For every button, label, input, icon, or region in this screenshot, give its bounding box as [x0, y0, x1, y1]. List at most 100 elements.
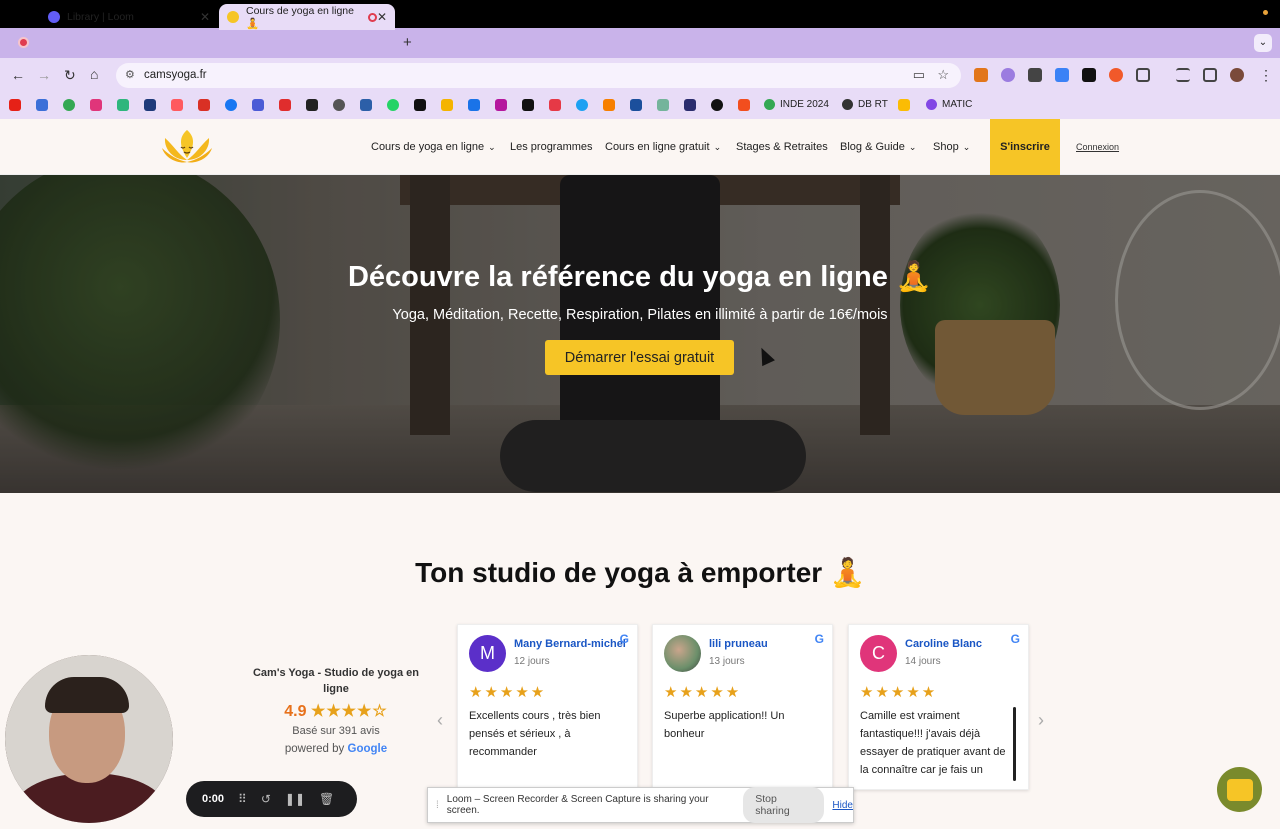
bookmark-icon[interactable]: [657, 99, 669, 111]
tab-title: Cours de yoga en ligne 🧘: [246, 4, 354, 30]
airbnb-bookmark-icon[interactable]: [171, 99, 183, 111]
bookmark-icon[interactable]: [117, 99, 129, 111]
bookmark-dbrt[interactable]: DB RT: [842, 99, 888, 110]
reviewer-name[interactable]: lili pruneau: [709, 638, 768, 650]
start-free-trial-button[interactable]: Démarrer l'essai gratuit: [545, 340, 734, 375]
restart-icon[interactable]: ↺: [261, 792, 271, 806]
close-tab-icon[interactable]: ✕: [377, 10, 387, 24]
profile-avatar[interactable]: [1230, 68, 1244, 82]
bookmark-icon[interactable]: [441, 99, 453, 111]
forward-icon[interactable]: →: [37, 67, 51, 83]
drag-grid-icon[interactable]: ⠿: [238, 792, 247, 806]
camera-icon[interactable]: ▭: [913, 67, 925, 83]
youtube-bookmark-icon[interactable]: [9, 99, 21, 111]
maps-bookmark-icon[interactable]: [63, 99, 75, 111]
review-date: 12 jours: [514, 656, 550, 667]
review-stars-icon: ★★★★★: [664, 684, 742, 701]
metamask-extension-icon[interactable]: [974, 68, 988, 82]
nav-stages-retraites[interactable]: Stages & Retraites: [736, 141, 828, 153]
bookmark-icon[interactable]: [468, 99, 480, 111]
pause-icon[interactable]: ❚❚: [285, 792, 305, 806]
reviewer-name[interactable]: Caroline Blanc: [905, 638, 982, 650]
extension-icon[interactable]: [1001, 68, 1015, 82]
nav-programmes[interactable]: Les programmes: [510, 141, 593, 153]
login-link[interactable]: Connexion: [1076, 142, 1119, 152]
k-extension-icon[interactable]: [1055, 68, 1069, 82]
chat-widget-button[interactable]: [1217, 767, 1262, 812]
hide-link[interactable]: Hide: [832, 800, 853, 811]
bookmark-icon[interactable]: [684, 99, 696, 111]
bookmark-matic[interactable]: MATIC: [926, 99, 972, 110]
bookmarks-bar: INDE 2024 DB RT MATIC: [0, 93, 1280, 119]
avatar: [664, 635, 701, 672]
bookmark-icon[interactable]: [522, 99, 534, 111]
review-scrollbar[interactable]: [1013, 707, 1016, 781]
drive-bookmark-icon[interactable]: [898, 99, 910, 111]
facebook-bookmark-icon[interactable]: [225, 99, 237, 111]
back-icon[interactable]: ←: [11, 67, 25, 83]
drag-handle-icon[interactable]: ⁞: [436, 800, 439, 811]
new-tab-icon[interactable]: +: [403, 34, 412, 51]
x-bookmark-icon[interactable]: [414, 99, 426, 111]
tab-cams-yoga[interactable]: Cours de yoga en ligne 🧘 ✕: [219, 4, 395, 30]
close-tab-icon[interactable]: ✕: [200, 10, 210, 24]
bookmark-icon[interactable]: [603, 99, 615, 111]
browser-menu-icon[interactable]: ⋮: [1259, 67, 1273, 84]
nav-cours-gratuit[interactable]: Cours en ligne gratuit ⌄: [605, 141, 721, 153]
tab-search-icon[interactable]: ⌄: [1254, 34, 1272, 52]
loom-controls: 0:00 ⠿ ↺ ❚❚ 🗑: [186, 781, 357, 817]
x-extension-icon[interactable]: [1082, 68, 1096, 82]
bookmark-star-icon[interactable]: ☆: [937, 67, 949, 83]
loom-webcam-bubble[interactable]: [5, 655, 173, 823]
address-bar[interactable]: ⚙ camsyoga.fr ▭ ☆: [116, 63, 961, 88]
bookmark-icon[interactable]: [360, 99, 372, 111]
reviewer-name[interactable]: Many Bernard-michel: [514, 638, 626, 650]
gmail-bookmark-icon[interactable]: [198, 99, 210, 111]
powered-by-google: powered by Google: [252, 743, 420, 755]
bookmark-inde[interactable]: INDE 2024: [764, 99, 829, 110]
delete-icon[interactable]: 🗑: [319, 792, 334, 806]
review-stars-icon: ★★★★★: [469, 684, 547, 701]
bookmark-icon[interactable]: [252, 99, 264, 111]
polygon-icon: [926, 99, 937, 110]
bookmark-icon[interactable]: [279, 99, 291, 111]
bookmark-icon[interactable]: [576, 99, 588, 111]
carousel-prev-icon[interactable]: ‹: [437, 710, 443, 731]
bookmark-icon[interactable]: [549, 99, 561, 111]
tab-library-loom[interactable]: Library | Loom ✕: [40, 4, 218, 30]
bookmark-icon[interactable]: [306, 99, 318, 111]
google-g-icon: G: [619, 632, 629, 646]
bookmark-icon[interactable]: [36, 99, 48, 111]
review-card: M Many Bernard-michel 12 jours G ★★★★★ E…: [457, 624, 638, 790]
nav-cours-yoga[interactable]: Cours de yoga en ligne ⌄: [371, 141, 496, 153]
stop-sharing-button[interactable]: Stop sharing: [743, 787, 825, 823]
qr-extension-icon[interactable]: [1028, 68, 1042, 82]
hero-section: Découvre la référence du yoga en ligne 🧘…: [0, 175, 1280, 493]
extensions-puzzle-icon[interactable]: [1136, 68, 1150, 82]
lotus-logo[interactable]: [160, 128, 214, 164]
bookmark-icon[interactable]: [495, 99, 507, 111]
hero-overlay: [0, 175, 1280, 493]
review-stars-icon: ★★★★★: [860, 684, 938, 701]
figma-bookmark-icon[interactable]: [738, 99, 750, 111]
home-icon[interactable]: ⌂: [90, 66, 98, 82]
globe-icon: [842, 99, 853, 110]
lotus-chat-icon: [1226, 778, 1253, 801]
extension-icon[interactable]: [1109, 68, 1123, 82]
bookmark-icon[interactable]: [630, 99, 642, 111]
reading-list-icon[interactable]: [1176, 68, 1190, 82]
drive-icon: [764, 99, 775, 110]
bookmark-icon[interactable]: [711, 99, 723, 111]
whatsapp-bookmark-icon[interactable]: [387, 99, 399, 111]
carousel-next-icon[interactable]: ›: [1038, 710, 1044, 731]
side-panel-icon[interactable]: [1203, 68, 1217, 82]
nav-shop[interactable]: Shop ⌄: [933, 141, 970, 153]
signup-button[interactable]: S'inscrire: [990, 119, 1060, 175]
bookmark-icon[interactable]: [90, 99, 102, 111]
share-message: Loom – Screen Recorder & Screen Capture …: [446, 794, 709, 816]
bookmark-icon[interactable]: [333, 99, 345, 111]
nav-blog-guide[interactable]: Blog & Guide ⌄: [840, 141, 916, 153]
reload-icon[interactable]: ↻: [64, 67, 76, 84]
bookmark-icon[interactable]: [144, 99, 156, 111]
site-info-icon[interactable]: ⚙: [125, 68, 135, 81]
